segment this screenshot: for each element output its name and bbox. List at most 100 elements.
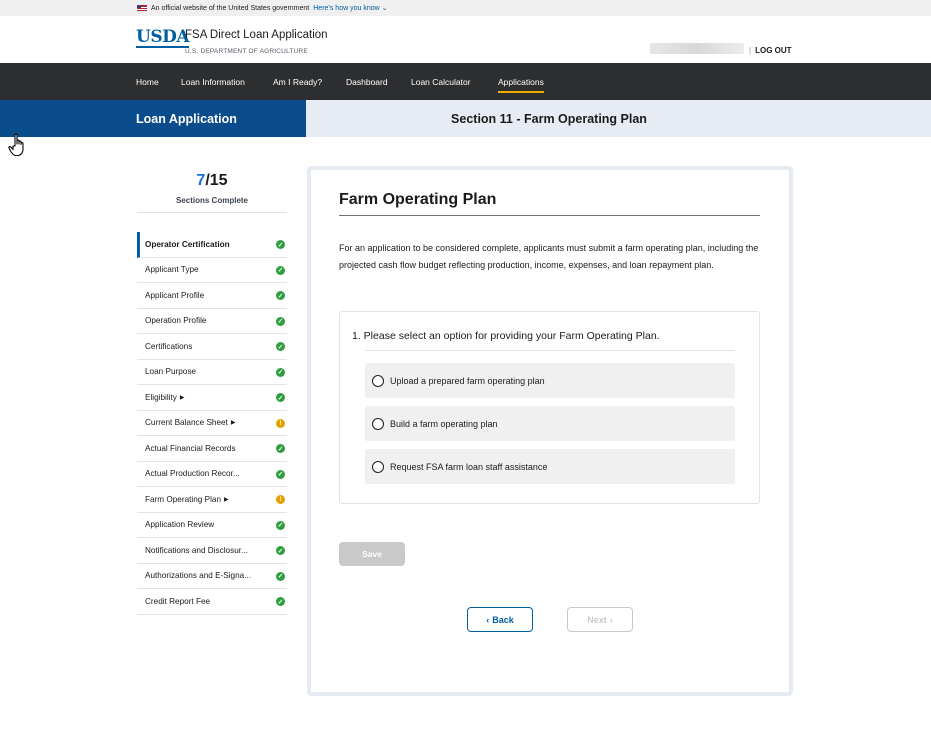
sidebar-item-label: Farm Operating Plan [145, 494, 221, 504]
save-button[interactable]: Save [339, 542, 405, 566]
nav-loan-calculator[interactable]: Loan Calculator [411, 77, 471, 87]
sidebar-item[interactable]: Loan Purpose ✓ [137, 360, 287, 385]
loan-application-title: Loan Application [136, 112, 237, 126]
question-divider [365, 350, 735, 351]
check-circle-icon: ✓ [276, 367, 285, 377]
sidebar-item-label: Application Review [145, 520, 215, 530]
option-request-assistance[interactable]: Request FSA farm loan staff assistance [365, 449, 735, 484]
caret-right-icon: ▶ [179, 394, 185, 401]
page-title: Farm Operating Plan [339, 191, 497, 208]
main-nav: Home Loan Information Am I Ready? Dashbo… [0, 63, 931, 100]
nav-dashboard[interactable]: Dashboard [346, 77, 388, 87]
check-circle-icon: ✓ [276, 520, 285, 530]
logout-link[interactable]: | LOG OUT [749, 46, 792, 55]
sidebar-item[interactable]: Operation Profile ✓ [137, 309, 287, 334]
sidebar-item[interactable]: Operator Certification ✓ [137, 232, 287, 258]
check-circle-icon: ✓ [276, 316, 285, 326]
question-box: 1. Please select an option for providing… [339, 311, 760, 504]
department-name: U.S. DEPARTMENT OF AGRICULTURE [185, 48, 308, 55]
back-button[interactable]: ‹ Back [467, 607, 533, 632]
sidebar-item-label: Applicant Type [145, 265, 199, 275]
warning-circle-icon: ! [276, 495, 285, 504]
next-label: Next [587, 614, 607, 625]
check-circle-icon: ✓ [276, 393, 285, 402]
completed-count: 7 [196, 172, 206, 189]
nav-applications[interactable]: Applications [498, 77, 544, 93]
warning-circle-icon: ! [276, 418, 285, 428]
usda-logo[interactable]: USDA [136, 28, 190, 48]
nav-am-i-ready[interactable]: Am I Ready? [273, 77, 322, 87]
section-sidebar: Operator Certification ✓ Applicant Type ✓ Ap… [137, 232, 287, 615]
intro-text: For an application to be considered comp… [339, 243, 759, 270]
radio-button[interactable] [372, 460, 384, 473]
title-divider [339, 215, 760, 216]
total-count: /15 [205, 172, 228, 189]
sidebar-item[interactable]: Credit Report Fee ✓ [137, 589, 287, 615]
divider [137, 212, 287, 213]
sidebar-item[interactable]: Notifications and Disclosur... ✓ [137, 538, 287, 564]
gov-banner-text: An official website of the United States… [151, 4, 310, 12]
loan-application-band: Loan Application [0, 100, 306, 137]
user-name-redacted [650, 43, 744, 54]
check-circle-icon: ✓ [276, 265, 285, 275]
caret-right-icon: ▶ [230, 420, 236, 427]
us-flag-icon [137, 5, 147, 11]
next-button[interactable]: Next › [567, 607, 633, 632]
nav-home[interactable]: Home [136, 77, 159, 87]
sidebar-item[interactable]: Eligibility ▶ ✓ [137, 385, 287, 411]
check-circle-icon: ✓ [276, 291, 285, 300]
check-circle-icon: ✓ [276, 571, 285, 581]
nav-loan-information[interactable]: Loan Information [181, 77, 245, 87]
chevron-right-icon: › [609, 614, 613, 625]
radio-button[interactable] [372, 417, 384, 430]
check-circle-icon: ✓ [276, 342, 285, 351]
option-label: Upload a prepared farm operating plan [390, 375, 545, 386]
sidebar-item[interactable]: Authorizations and E-Signa... ✓ [137, 564, 287, 589]
app-title: FSA Direct Loan Application [185, 29, 328, 41]
sidebar-item[interactable]: Farm Operating Plan ▶! [137, 487, 287, 513]
sidebar-item-label: Certifications [145, 341, 193, 351]
back-label: Back [492, 614, 514, 625]
sections-progress-count: 7/15 [137, 172, 287, 190]
site-header: USDA FSA Direct Loan Application U.S. DE… [0, 16, 931, 63]
check-circle-icon: ✓ [276, 240, 285, 249]
option-upload-plan[interactable]: Upload a prepared farm operating plan [365, 363, 735, 398]
sidebar-item[interactable]: Actual Financial Records ✓ [137, 436, 287, 462]
option-build-plan[interactable]: Build a farm operating plan [365, 406, 735, 441]
option-label: Request FSA farm loan staff assistance [390, 461, 548, 472]
sidebar-item-label: Authorizations and E-Signa... [145, 571, 252, 581]
gov-banner: An official website of the United States… [0, 0, 931, 16]
question-text: 1. Please select an option for providing… [352, 330, 660, 342]
chevron-left-icon: ‹ [486, 614, 490, 625]
heres-how-you-know-link[interactable]: Here’s how you know ⌄ [313, 4, 387, 12]
sidebar-item-label: Applicant Profile [145, 290, 205, 300]
caret-right-icon: ▶ [224, 496, 229, 503]
logout-label: LOG OUT [755, 46, 792, 55]
sidebar-item[interactable]: Actual Production Recor... ✓ [137, 462, 287, 487]
sidebar-item[interactable]: Application Review ✓ [137, 513, 287, 538]
option-label: Build a farm operating plan [390, 418, 498, 429]
sidebar-item-label: Eligibility [145, 392, 177, 402]
sidebar-item[interactable]: Current Balance Sheet ▶! [137, 411, 287, 436]
hand-cursor-icon [8, 133, 24, 157]
sections-complete-label: Sections Complete [175, 196, 248, 205]
section-title: Section 11 - Farm Operating Plan [451, 112, 647, 126]
sidebar-item-label: Actual Production Recor... [145, 469, 240, 479]
form-card: Farm Operating Plan For an application t… [307, 166, 793, 696]
sidebar-item-label: Operator Certification [145, 239, 230, 249]
check-circle-icon: ✓ [276, 469, 285, 479]
sidebar-item-label: Credit Report Fee [145, 596, 211, 606]
sidebar-item[interactable]: Certifications ✓ [137, 334, 287, 360]
radio-button[interactable] [372, 374, 384, 387]
sidebar-item[interactable]: Applicant Type ✓ [137, 258, 287, 283]
section-title-band: Section 11 - Farm Operating Plan [306, 100, 931, 137]
sidebar-item-label: Loan Purpose [145, 367, 196, 377]
sidebar-item-label: Operation Profile [145, 316, 207, 326]
check-circle-icon: ✓ [276, 444, 285, 453]
check-circle-icon: ✓ [276, 546, 285, 555]
sidebar-item-label: Notifications and Disclosur... [145, 545, 248, 555]
sidebar-item-label: Current Balance Sheet [145, 418, 228, 428]
check-circle-icon: ✓ [276, 597, 285, 606]
sidebar-item-label: Actual Financial Records [145, 443, 236, 453]
sidebar-item[interactable]: Applicant Profile ✓ [137, 283, 287, 309]
